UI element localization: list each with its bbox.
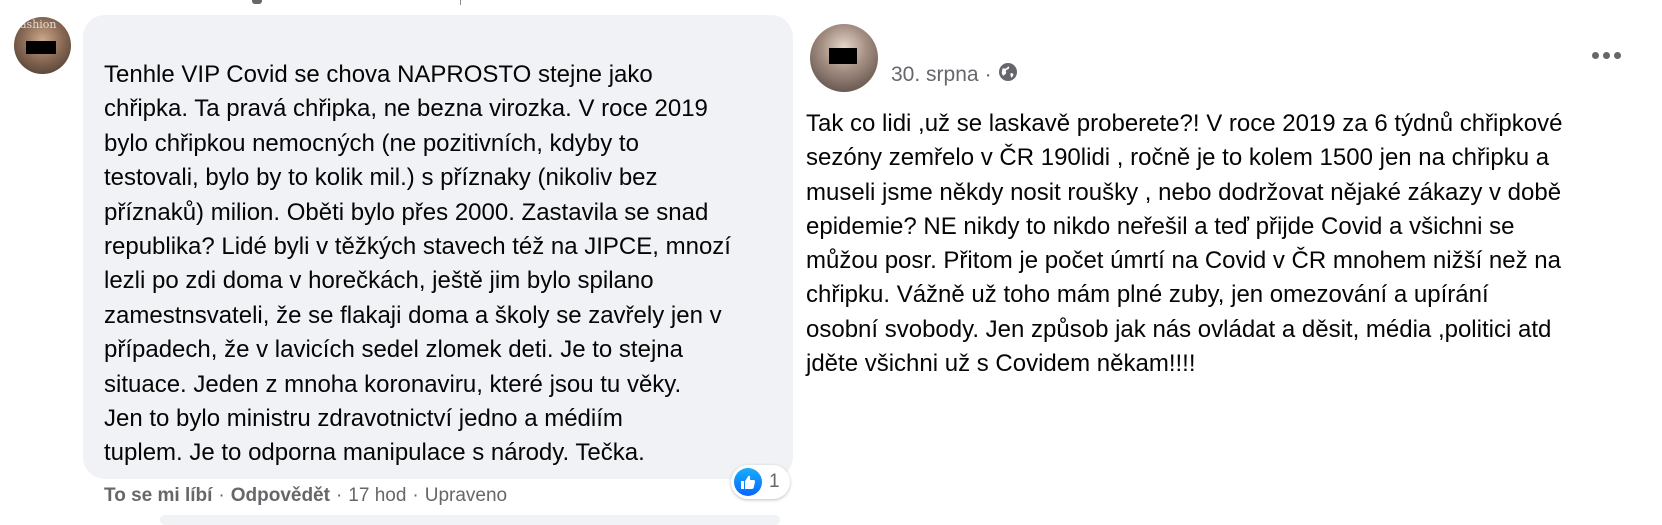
comment-line: případech, že v lavicích sedel zlomek de…: [104, 336, 683, 364]
separator: ·: [335, 485, 343, 506]
dot-shape: [1602, 51, 1610, 59]
comment-line: republika? Lidé byli v těžkých stavech t…: [104, 233, 731, 261]
comment-line: zamestnsvateli, že se flakaji doma a ško…: [104, 301, 722, 329]
edited-label[interactable]: Upraveno: [425, 485, 507, 507]
comment-line: bylo chřipkou nemocných (ne pozitivních,…: [104, 129, 639, 157]
post-line: epidemie? NE nikdy to nikdo neřešil a te…: [806, 212, 1515, 240]
comment-line: situace. Jeden z mnoha koronaviru, které…: [104, 370, 682, 398]
post-line: museli jsme někdy nosit roušky , nebo do…: [806, 178, 1562, 206]
post-date[interactable]: 30. srpna: [891, 63, 979, 87]
like-button[interactable]: To se mi líbí: [104, 485, 212, 507]
comment-line: tuplem. Je to odporna manipulace s národ…: [104, 439, 645, 467]
dot-shape: [1591, 51, 1599, 59]
separator: ·: [984, 63, 992, 86]
post-line: osobní svobody. Jen způsob jak nás ovlád…: [806, 315, 1552, 343]
reaction-summary[interactable]: 1: [731, 465, 790, 499]
comment-line: Tenhle VIP Covid se chova NAPROSTO stejn…: [104, 61, 653, 88]
separator: ·: [412, 485, 419, 506]
post-line: jděte všichni už s Covidem někam!!!!: [806, 350, 1196, 378]
comment-actions: To se mi líbí · Odpovědět · 17 hod · Upr…: [104, 485, 507, 507]
globe-icon: [998, 62, 1018, 88]
dot-shape: [1613, 51, 1621, 59]
reply-button[interactable]: Odpovědět: [231, 485, 330, 507]
cut-off-header: [190, 0, 470, 6]
post-line: Tak co lidi ,už se laskavě proberete?! V…: [806, 110, 1563, 137]
comment-line: příznaků) milion. Oběti bylo přes 2000. …: [104, 198, 709, 226]
post-line: můžou posr. Přitom je počet úmrtí na Cov…: [806, 247, 1561, 275]
post-meta: 30. srpna ·: [891, 62, 1018, 88]
avatar-watermark: ashion: [20, 18, 57, 31]
post-text: Tak co lidi ,už se laskavě proberete?! V…: [806, 107, 1636, 381]
commenter-avatar[interactable]: ashion: [14, 17, 71, 74]
comment-line: testovali, bylo by to kolik mil.) s příz…: [104, 164, 658, 192]
cut-off-text: [252, 0, 262, 4]
more-options-icon[interactable]: [1586, 40, 1626, 70]
reaction-count: 1: [769, 471, 780, 492]
comment-text: Tenhle VIP Covid se chova NAPROSTO stejn…: [104, 58, 784, 471]
cut-off-divider: [460, 0, 461, 5]
separator: ·: [218, 485, 225, 506]
comment-line: Jen to bylo ministru zdravotnictví jedno…: [104, 405, 623, 433]
comment-line: lezli po zdi doma v horečkách, ještě jim…: [104, 267, 654, 295]
post-line: sezóny zemřelo v ČR 190lidi , ročně je t…: [806, 144, 1550, 172]
comment-line: chřipka. Ta pravá chřipka, ne bezna viro…: [104, 95, 708, 123]
avatar-censor-bar: [829, 48, 857, 64]
next-comment-bubble: [160, 515, 780, 525]
post-author-avatar[interactable]: [810, 24, 878, 92]
like-icon: [734, 468, 762, 496]
comment-timestamp[interactable]: 17 hod: [348, 485, 406, 507]
avatar-censor-bar: [26, 41, 56, 54]
post-line: chřipku. Vážně už toho mám plné zuby, je…: [806, 281, 1489, 309]
